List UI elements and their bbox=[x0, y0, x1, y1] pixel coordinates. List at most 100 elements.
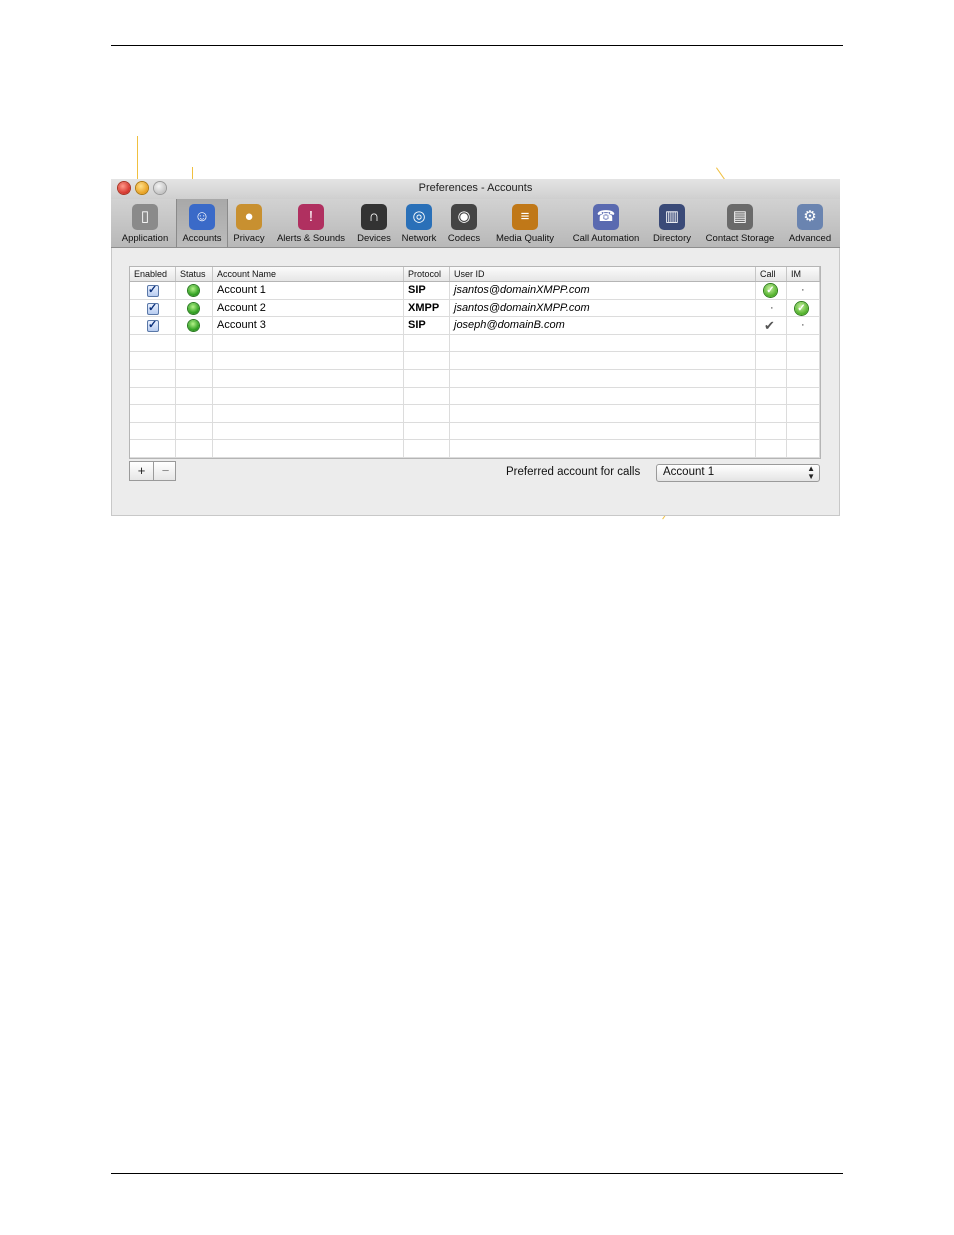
title-bar: Preferences - Accounts bbox=[111, 179, 840, 199]
bottom-page-rule bbox=[111, 1173, 843, 1174]
switch-icon: ▯ bbox=[132, 204, 158, 230]
empty-cell bbox=[787, 387, 820, 405]
table-row[interactable]: Account 2XMPPjsantos@domainXMPP.com · ✓ bbox=[130, 299, 820, 318]
toolbar-item-media-quality[interactable]: ≡ Media Quality bbox=[487, 199, 563, 247]
status-online-icon bbox=[188, 320, 199, 332]
protocol-cell: SIP bbox=[404, 282, 450, 299]
toolbar-item-label: Contact Storage bbox=[705, 233, 775, 244]
toolbar-item-label: Directory bbox=[652, 233, 691, 244]
book-icon: ▥ bbox=[659, 204, 685, 230]
toolbar-item-label: Devices bbox=[357, 233, 391, 244]
table-row bbox=[130, 422, 820, 441]
empty-cell bbox=[213, 405, 404, 423]
call-cell: ✓ bbox=[756, 282, 787, 299]
toolbar-item-devices[interactable]: ∩ Devices bbox=[353, 199, 395, 247]
empty-cell bbox=[450, 370, 756, 387]
toolbar-item-label: Call Automation bbox=[572, 233, 640, 244]
storage-icon: ▤ bbox=[727, 204, 753, 230]
toolbar-item-contact-storage[interactable]: ▤ Contact Storage bbox=[699, 199, 781, 247]
add-remove-buttons: + − bbox=[129, 461, 176, 481]
toolbar-item-advanced[interactable]: ⚙ Advanced bbox=[782, 199, 838, 247]
table-row[interactable]: Account 1SIPjsantos@domainXMPP.com ✓ · bbox=[130, 282, 820, 300]
toolbar-item-privacy[interactable]: ● Privacy bbox=[228, 199, 270, 247]
im-cell: ✓ bbox=[787, 299, 820, 317]
toolbar-item-network[interactable]: ◎ Network bbox=[396, 199, 442, 247]
account-name-cell: Account 3 bbox=[213, 317, 404, 335]
empty-cell bbox=[213, 387, 404, 405]
empty-cell bbox=[130, 440, 176, 458]
preferred-account-select[interactable]: Account 1 ▲ ▼ bbox=[656, 464, 820, 482]
window-title: Preferences - Accounts bbox=[418, 182, 533, 194]
column-header-im[interactable]: IM bbox=[787, 267, 820, 281]
enabled-cell bbox=[130, 282, 176, 299]
toolbar-item-label: Media Quality bbox=[495, 233, 555, 244]
empty-cell bbox=[756, 370, 787, 387]
empty-cell bbox=[756, 352, 787, 370]
green-check-icon[interactable]: ✓ bbox=[764, 284, 777, 297]
empty-cell bbox=[176, 370, 213, 387]
empty-cell bbox=[130, 405, 176, 423]
empty-cell bbox=[787, 352, 820, 370]
column-header-call[interactable]: Call bbox=[756, 267, 787, 281]
dot-icon[interactable]: · bbox=[801, 282, 805, 299]
empty-cell bbox=[404, 440, 450, 458]
preferences-toolbar: ▯ Application ☺ Accounts ● Privacy! Alerts & S… bbox=[111, 199, 840, 248]
dot-icon[interactable]: · bbox=[770, 300, 774, 317]
green-check-icon[interactable]: ✓ bbox=[795, 301, 808, 315]
add-account-button[interactable]: + bbox=[130, 462, 153, 480]
remove-account-button[interactable]: − bbox=[153, 462, 177, 480]
empty-cell bbox=[176, 334, 213, 352]
empty-cell bbox=[176, 440, 213, 458]
toolbar-item-codecs[interactable]: ◉ Codecs bbox=[444, 199, 484, 247]
column-header-user-id[interactable]: User ID bbox=[450, 267, 756, 281]
table-row bbox=[130, 405, 820, 423]
call-cell: ✔ bbox=[756, 317, 787, 335]
globe-icon: ◎ bbox=[406, 204, 432, 230]
status-cell bbox=[176, 282, 213, 299]
table-row[interactable]: Account 3SIPjoseph@domainB.com ✔ · bbox=[130, 317, 820, 335]
column-header-status[interactable]: Status bbox=[176, 267, 213, 281]
empty-cell bbox=[213, 422, 404, 440]
dot-icon[interactable]: · bbox=[801, 317, 805, 334]
preferences-window: Preferences - Accounts ▯ Application ☺ Acco… bbox=[111, 179, 840, 516]
headset-icon: ∩ bbox=[361, 204, 387, 230]
gear-icon: ⚙ bbox=[797, 204, 823, 230]
status-online-icon bbox=[188, 285, 199, 296]
table-row bbox=[130, 370, 820, 388]
enabled-checkbox[interactable] bbox=[147, 317, 159, 334]
empty-cell bbox=[130, 334, 176, 352]
phone-cog-icon: ☎ bbox=[593, 204, 619, 230]
empty-cell bbox=[176, 352, 213, 370]
enabled-checkbox[interactable] bbox=[147, 300, 159, 317]
column-header-account-name[interactable]: Account Name bbox=[213, 267, 404, 281]
grey-check-icon[interactable]: ✔ bbox=[764, 317, 775, 334]
empty-cell bbox=[450, 440, 756, 458]
status-online-icon bbox=[188, 302, 199, 314]
enabled-checkbox[interactable] bbox=[147, 282, 159, 299]
account-name-cell: Account 2 bbox=[213, 299, 404, 317]
toolbar-item-alerts-sounds[interactable]: ! Alerts & Sounds bbox=[271, 199, 351, 247]
toolbar-item-application[interactable]: ▯ Application bbox=[113, 199, 177, 247]
empty-cell bbox=[130, 352, 176, 370]
status-cell bbox=[176, 317, 213, 335]
protocol-cell: SIP bbox=[404, 317, 450, 335]
user-id-cell: jsantos@domainXMPP.com bbox=[450, 282, 756, 299]
toolbar-item-label: Application bbox=[121, 233, 169, 244]
account-name-cell: Account 1 bbox=[213, 282, 404, 299]
toolbar-item-call-automation[interactable]: ☎ Call Automation bbox=[563, 199, 649, 247]
preferred-account-value: Account 1 bbox=[663, 466, 715, 478]
accounts-table: Enabled Status Account Name Protocol User ID… bbox=[129, 266, 821, 459]
toolbar-item-directory[interactable]: ▥ Directory bbox=[647, 199, 697, 247]
empty-cell bbox=[756, 422, 787, 440]
user-id-cell: jsantos@domainXMPP.com bbox=[450, 299, 756, 317]
toolbar-item-label: Privacy bbox=[233, 233, 265, 244]
call-cell: · bbox=[756, 299, 787, 317]
table-row bbox=[130, 352, 820, 370]
empty-cell bbox=[404, 370, 450, 387]
column-header-enabled[interactable]: Enabled bbox=[130, 267, 176, 281]
toolbar-item-label: Advanced bbox=[788, 233, 832, 244]
speaker-icon: ◉ bbox=[451, 204, 477, 230]
column-header-protocol[interactable]: Protocol bbox=[404, 267, 450, 281]
empty-cell bbox=[176, 387, 213, 405]
toolbar-item-accounts[interactable]: ☺ Accounts bbox=[177, 199, 227, 247]
